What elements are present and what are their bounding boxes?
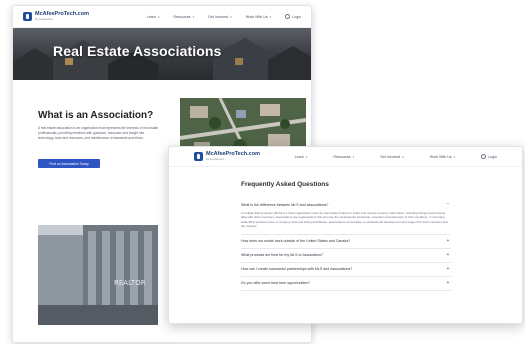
logo-icon — [23, 12, 32, 21]
login-label: Login — [488, 154, 497, 159]
chevron-down-icon: ▾ — [192, 14, 195, 19]
plus-icon: + — [446, 265, 450, 272]
hero-banner: Real Estate Associations — [13, 28, 311, 80]
faq-item: Do you offer some best term opportunitie… — [241, 277, 451, 291]
nav-get-involved[interactable]: Get Involved ▾ — [208, 15, 232, 19]
user-icon — [285, 14, 291, 19]
nav-learn-label: Learn — [294, 154, 304, 159]
login-link[interactable]: Login — [481, 154, 497, 159]
hero-title: Real Estate Associations — [53, 43, 222, 59]
brand-logo[interactable]: McAfeeProTech.com by Lineserver — [23, 11, 89, 22]
chevron-down-icon: ▾ — [453, 154, 456, 159]
nav-get-involved[interactable]: Get Involved ▾ — [380, 155, 404, 159]
faq-question: Do you offer some best term opportunitie… — [241, 281, 310, 286]
chevron-down-icon: ▾ — [157, 14, 160, 19]
plus-icon: + — [446, 251, 450, 258]
faq-list: What is the difference between MLS and a… — [241, 198, 451, 291]
faq-question-button[interactable]: What products are best for my MLS or Ass… — [241, 249, 451, 262]
login-link[interactable]: Login — [285, 14, 301, 19]
nav-learn[interactable]: Learn ▾ — [147, 15, 160, 19]
faq-question-button[interactable]: How does our model work outside of the U… — [241, 235, 451, 248]
nav-work-with-us-label: Work With Us — [429, 154, 452, 159]
faq-question: What products are best for my MLS or Ass… — [241, 253, 323, 258]
building-photo: REALTOR — [38, 225, 158, 325]
nav-learn-label: Learn — [146, 14, 156, 19]
nav-learn[interactable]: Learn ▾ — [295, 155, 308, 159]
user-icon — [481, 154, 487, 159]
minus-icon: − — [446, 201, 450, 207]
chevron-down-icon: ▾ — [269, 14, 272, 19]
faq-item: What is the difference between MLS and a… — [241, 198, 451, 235]
faq-question: How can I create successful partnerships… — [241, 267, 353, 272]
faq-question: What is the difference between MLS and a… — [241, 202, 329, 207]
nav-resources-label: Resources — [173, 14, 191, 19]
chevron-down-icon: ▾ — [305, 154, 308, 159]
top-nav: McAfeeProTech.com by Lineserver Learn ▾ R… — [13, 6, 311, 28]
nav-work-with-us-label: Work With Us — [245, 14, 268, 19]
login-label: Login — [292, 14, 301, 19]
nav-resources[interactable]: Resources ▾ — [333, 155, 354, 159]
faq-title: Frequently Asked Questions — [241, 181, 329, 188]
faq-page-preview: McAfeeProTech.com by Lineserver Learn ▾ R… — [168, 146, 523, 324]
faq-item: What products are best for my MLS or Ass… — [241, 249, 451, 263]
nav-links: Learn ▾ Resources ▾ Get Involved ▾ Work Wit… — [147, 14, 301, 19]
nav-resources-label: Resources — [333, 154, 351, 159]
realtor-building-image: REALTOR — [38, 225, 158, 325]
nav-get-involved-label: Get Involved — [380, 154, 401, 159]
faq-question-button[interactable]: Do you offer some best term opportunitie… — [241, 277, 451, 290]
faq-item: How does our model work outside of the U… — [241, 235, 451, 249]
brand-tagline: by Lineserver — [206, 157, 225, 162]
plus-icon: + — [446, 279, 450, 286]
brand-tagline: by Lineserver — [35, 17, 54, 22]
find-association-button[interactable]: Find an Association Today — [38, 159, 100, 168]
faq-question-button[interactable]: What is the difference between MLS and a… — [241, 198, 451, 211]
faq-answer: A multiple listing service (MLS) is a lo… — [241, 211, 448, 229]
nav-resources[interactable]: Resources ▾ — [173, 15, 194, 19]
faq-item: How can I create successful partnerships… — [241, 263, 451, 277]
building-sign: REALTOR — [114, 279, 146, 287]
faq-question: How does our model work outside of the U… — [241, 239, 351, 244]
about-title: What is an Association? — [38, 110, 154, 121]
logo-icon — [194, 152, 203, 161]
nav-get-involved-label: Get Involved — [208, 14, 229, 19]
nav-work-with-us[interactable]: Work With Us ▾ — [246, 15, 271, 19]
chevron-down-icon: ▾ — [230, 14, 232, 19]
top-nav: McAfeeProTech.com by Lineserver Learn ▾ R… — [169, 147, 522, 167]
faq-question-button[interactable]: How can I create successful partnerships… — [241, 263, 451, 276]
nav-work-with-us[interactable]: Work With Us ▾ — [430, 155, 455, 159]
brand-logo[interactable]: McAfeeProTech.com by Lineserver — [194, 151, 260, 162]
nav-links: Learn ▾ Resources ▾ Get Involved ▾ Work Wit… — [295, 154, 497, 159]
plus-icon: + — [446, 237, 450, 244]
about-text: A real estate association is an organiza… — [38, 126, 159, 140]
chevron-down-icon: ▾ — [352, 154, 355, 159]
chevron-down-icon: ▾ — [402, 154, 404, 159]
